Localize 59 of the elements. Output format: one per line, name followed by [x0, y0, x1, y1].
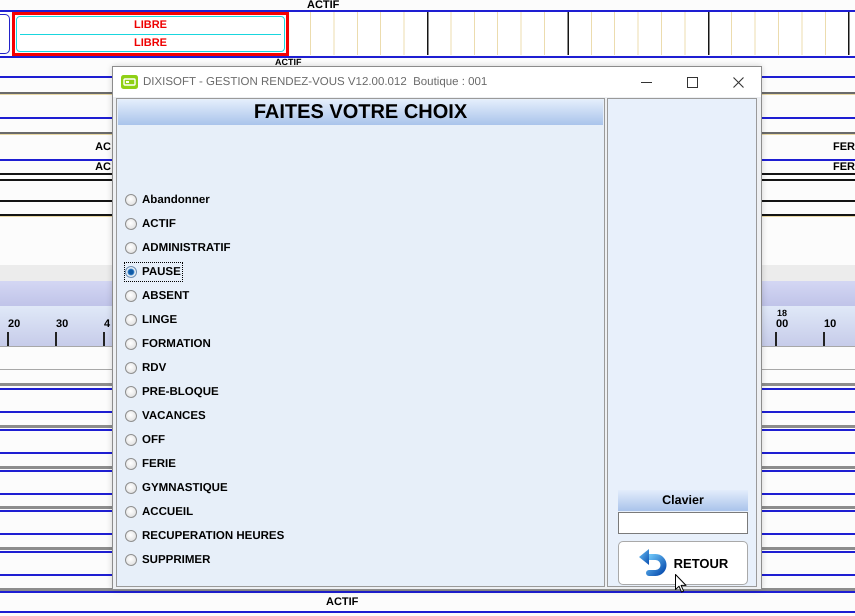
radio-button[interactable] — [125, 218, 137, 230]
cursor-icon — [675, 574, 687, 593]
status-label: FER — [833, 162, 855, 172]
radio-button[interactable] — [125, 530, 137, 542]
radio-button[interactable] — [125, 458, 137, 470]
radio-button[interactable] — [125, 242, 137, 254]
radio-button[interactable] — [125, 434, 137, 446]
status-label: FER — [833, 142, 855, 152]
back-button[interactable]: RETOUR — [618, 541, 748, 585]
tick-label: 4 — [103, 318, 110, 330]
radio-option[interactable]: PAUSE — [124, 262, 183, 282]
radio-option[interactable]: OFF — [124, 430, 167, 450]
tick-label: 30 — [55, 318, 68, 330]
radio-button[interactable] — [125, 506, 137, 518]
radio-option[interactable]: Abandonner — [124, 190, 212, 210]
radio-button[interactable] — [125, 290, 137, 302]
slot-label: LIBRE — [134, 19, 167, 32]
radio-option[interactable]: VACANCES — [124, 406, 208, 426]
radio-option[interactable]: ACTIF — [124, 214, 178, 234]
radio-option[interactable]: LINGE — [124, 310, 180, 330]
radio-option[interactable]: RECUPERATION HEURES — [124, 526, 286, 546]
tick-label: 20 — [7, 318, 20, 330]
radio-button[interactable] — [125, 410, 137, 422]
close-icon — [732, 76, 744, 88]
return-arrow-icon — [638, 548, 668, 578]
status-label: AC — [95, 142, 111, 152]
appointment-slot[interactable]: LIBRE LIBRE — [12, 12, 289, 56]
radio-button[interactable] — [125, 482, 137, 494]
status-label: AC — [95, 162, 111, 172]
radio-button[interactable] — [125, 362, 137, 374]
radio-option[interactable]: ADMINISTRATIF — [124, 238, 233, 258]
tick-label: 00 — [775, 318, 788, 330]
radio-option[interactable]: ABSENT — [124, 286, 192, 306]
radio-button[interactable] — [125, 266, 137, 278]
radio-option[interactable]: FERIE — [124, 454, 178, 474]
radio-option[interactable]: ACCUEIL — [124, 502, 196, 522]
keyboard-label: Clavier — [618, 490, 748, 511]
status-label: ACTIF — [307, 0, 340, 10]
tick-label: 10 — [823, 318, 836, 330]
app-icon — [121, 75, 138, 89]
radio-button[interactable] — [125, 386, 137, 398]
radio-option[interactable]: SUPPRIMER — [124, 550, 212, 570]
radio-button[interactable] — [125, 314, 137, 326]
window-title: DIXISOFT - GESTION RENDEZ-VOUS V12.00.012 Boutique : 001 — [143, 76, 488, 88]
status-label: ACTIF — [275, 58, 302, 66]
radio-option[interactable]: GYMNASTIQUE — [124, 478, 230, 498]
radio-option[interactable]: FORMATION — [124, 334, 213, 354]
radio-button[interactable] — [125, 194, 137, 206]
slot-label: LIBRE — [134, 36, 167, 49]
radio-option[interactable]: PRE-BLOQUE — [124, 382, 221, 402]
panel-heading: FAITES VOTRE CHOIX — [118, 100, 603, 125]
radio-button[interactable] — [125, 554, 137, 566]
maximize-icon — [686, 76, 698, 88]
appointment-slot[interactable] — [0, 14, 10, 54]
keyboard-input[interactable] — [618, 512, 748, 534]
radio-button[interactable] — [125, 338, 137, 350]
radio-option[interactable]: RDV — [124, 358, 168, 378]
status-label: ACTIF — [326, 597, 358, 607]
hour-label: 18 — [776, 308, 788, 318]
